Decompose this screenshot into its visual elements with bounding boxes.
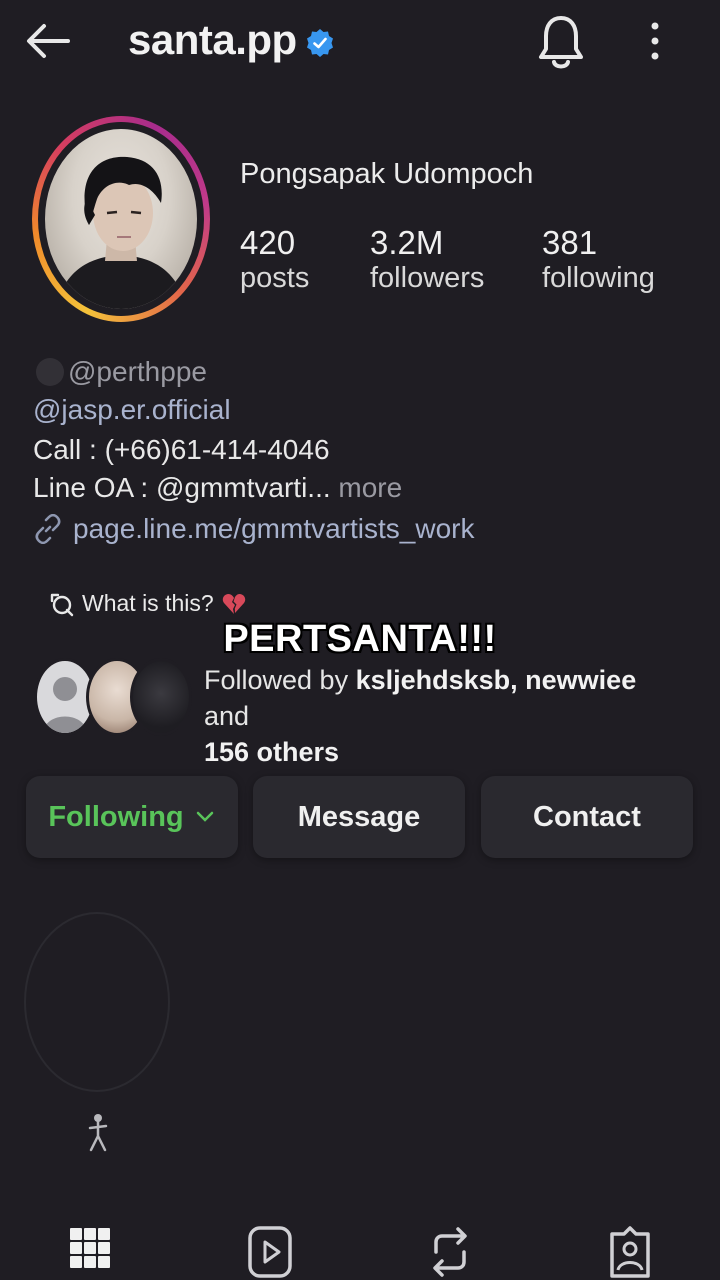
- following-button-label: Following: [48, 800, 184, 833]
- profile-full-name: Pongsapak Udompoch: [240, 158, 534, 190]
- contact-button[interactable]: Contact: [481, 776, 693, 858]
- threads-badge[interactable]: @perthppe: [36, 356, 207, 388]
- verified-badge-icon: [305, 28, 335, 58]
- posts-count: 420: [240, 224, 296, 261]
- posts-stat[interactable]: 420 posts: [240, 224, 309, 295]
- story-highlight[interactable]: [24, 912, 170, 1092]
- posts-label: posts: [240, 262, 310, 294]
- reposts-tab[interactable]: [426, 1224, 474, 1280]
- followers-stat[interactable]: 3.2M followers: [370, 224, 484, 295]
- reels-icon: [248, 1226, 292, 1278]
- contact-button-label: Contact: [533, 800, 641, 833]
- avatar-photo: [45, 129, 197, 309]
- grid-tab[interactable]: [66, 1224, 114, 1280]
- followers-count: 3.2M: [370, 224, 444, 261]
- message-button-label: Message: [297, 800, 421, 833]
- more-vertical-icon: [651, 22, 659, 60]
- bio-call: Call : (+66)61-414-4046: [33, 434, 330, 465]
- video-caption-overlay: PERTSANTA!!!: [223, 618, 497, 660]
- tagged-tab[interactable]: [606, 1224, 654, 1280]
- reposts-icon: [433, 1227, 467, 1277]
- link-icon: [35, 514, 61, 544]
- threads-logo-icon: [36, 358, 64, 386]
- external-link-text: page.line.me/gmmtvartists_work: [73, 513, 475, 544]
- profile-username: santa.pp: [128, 16, 297, 63]
- default-user-icon: [43, 677, 87, 733]
- following-count: 381: [542, 224, 598, 261]
- grid-icon: [70, 1228, 110, 1268]
- back-button[interactable]: [22, 18, 74, 64]
- followers-label: followers: [370, 262, 485, 294]
- mutual-follower-avatar[interactable]: [130, 658, 192, 736]
- broken-heart-icon: [222, 593, 245, 614]
- bell-icon: [539, 16, 583, 69]
- profile-avatar[interactable]: [32, 116, 210, 322]
- followed-by-others: 156 others: [204, 737, 340, 767]
- bio-external-link[interactable]: page.line.me/gmmtvartists_work: [33, 513, 474, 545]
- following-label: following: [542, 262, 655, 294]
- tagged-icon: [610, 1226, 650, 1278]
- more-options-button[interactable]: [640, 18, 670, 64]
- chevron-down-icon: [196, 811, 213, 822]
- what-is-this-label: What is this?: [82, 590, 214, 616]
- bio-line-oa: Line OA : @gmmtvarti... more: [33, 472, 402, 504]
- followed-by-and: and: [204, 701, 250, 731]
- following-stat[interactable]: 381 following: [542, 224, 655, 295]
- following-button[interactable]: Following: [26, 776, 238, 858]
- followed-by-prefix: Followed by: [204, 665, 356, 695]
- message-button[interactable]: Message: [253, 776, 465, 858]
- bio-mention-link[interactable]: @jasp.er.official: [33, 394, 231, 426]
- reels-tab[interactable]: [246, 1224, 294, 1280]
- threads-search-icon: [50, 593, 74, 616]
- bio-more-link[interactable]: more: [338, 472, 402, 503]
- bio-line-oa-text: Line OA : @gmmtvarti...: [33, 472, 331, 503]
- what-is-this-button[interactable]: What is this?: [48, 590, 246, 617]
- threads-handle: @perthppe: [68, 356, 207, 387]
- followed-by-names: ksljehdsksb, newwiee: [355, 665, 637, 695]
- followed-by-text[interactable]: Followed by ksljehdsksb, newwiee and 156…: [204, 662, 674, 770]
- back-arrow-icon: [27, 24, 70, 58]
- notifications-bell-button[interactable]: [536, 12, 586, 72]
- highlight-figure-icon: [86, 1112, 110, 1154]
